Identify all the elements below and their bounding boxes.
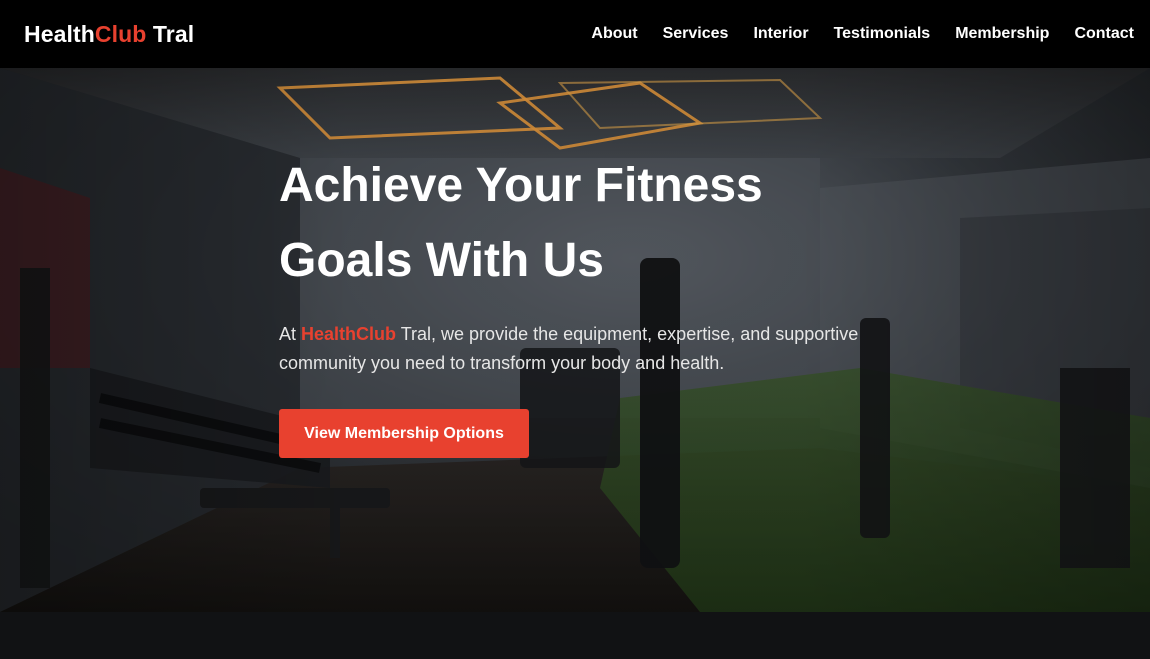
nav-link-services[interactable]: Services	[663, 25, 729, 43]
hero-title-line1: Achieve Your Fitness	[279, 159, 763, 212]
top-navbar: HealthClub Tral About Services Interior …	[0, 0, 1150, 68]
next-section	[0, 612, 1150, 659]
nav-link-membership[interactable]: Membership	[955, 25, 1049, 43]
nav-links: About Services Interior Testimonials Mem…	[566, 25, 1134, 43]
brand-logo[interactable]: HealthClub Tral	[24, 21, 194, 48]
hero-text-brand: HealthClub	[301, 324, 397, 344]
brand-club: Club	[94, 20, 147, 47]
hero-description: At HealthClub Tral, we provide the equip…	[279, 320, 879, 378]
hero-content: Achieve Your Fitness Goals With Us At He…	[279, 148, 879, 458]
nav-link-contact[interactable]: Contact	[1074, 25, 1134, 43]
hero-section: Achieve Your Fitness Goals With Us At He…	[0, 68, 1150, 612]
view-membership-options-button[interactable]: View Membership Options	[279, 409, 529, 458]
nav-link-about[interactable]: About	[591, 25, 637, 43]
brand-tral: Tral	[146, 20, 195, 47]
hero-title-line2: Goals With Us	[279, 234, 604, 287]
hero-title: Achieve Your Fitness Goals With Us	[279, 148, 879, 298]
nav-link-interior[interactable]: Interior	[753, 25, 808, 43]
brand-health: Health	[24, 20, 95, 47]
nav-link-testimonials[interactable]: Testimonials	[834, 25, 931, 43]
hero-text-prefix: At	[279, 324, 302, 344]
